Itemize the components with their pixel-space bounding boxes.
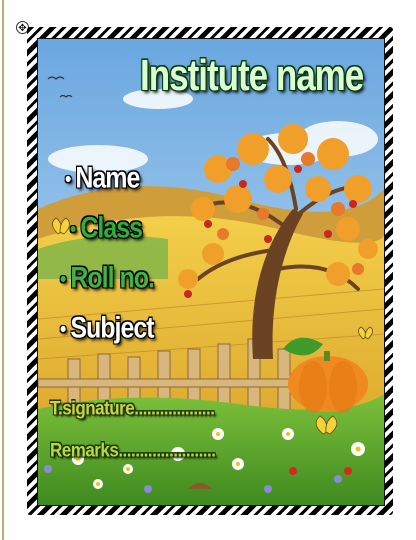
institute-name-title: Institute name — [140, 51, 364, 100]
bullet: • — [65, 166, 71, 191]
cover-page: Institute name • Name • Class • Roll no. • S… — [37, 38, 385, 506]
subject-field: • Subject — [60, 311, 155, 346]
roll-no-field: • Roll no. — [60, 261, 155, 296]
bullet: • — [70, 216, 76, 241]
teacher-signature-line: T.signature................... — [50, 397, 215, 419]
bullet: • — [60, 316, 66, 341]
class-label: Class — [80, 211, 143, 245]
subject-label: Subject — [70, 311, 154, 345]
name-label: Name — [75, 161, 140, 195]
name-field: • Name — [65, 161, 140, 196]
remarks-line: Remarks....................... — [50, 439, 216, 461]
bullet: • — [60, 266, 66, 291]
class-field: • Class — [70, 211, 143, 246]
roll-no-label: Roll no. — [70, 261, 155, 295]
page-edge — [2, 0, 4, 540]
